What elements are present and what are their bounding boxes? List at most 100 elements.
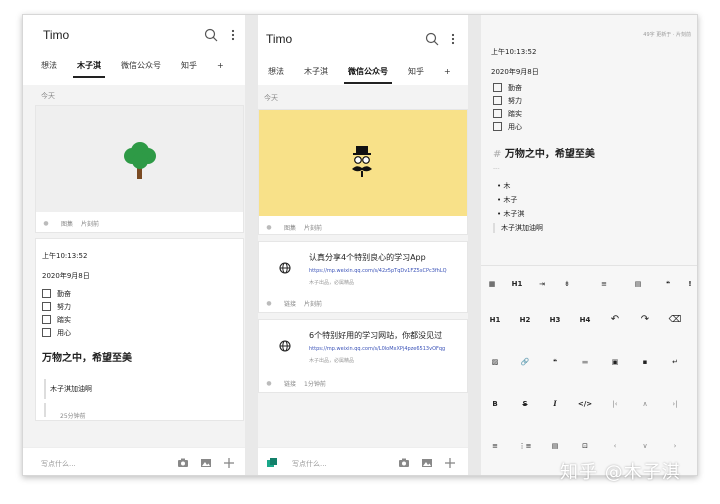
more-icon[interactable] <box>230 29 236 41</box>
inline-code-button[interactable]: </> <box>574 396 596 412</box>
search-icon[interactable] <box>425 32 439 46</box>
h1-button[interactable]: H1 <box>484 312 506 328</box>
strikethrough-button[interactable]: S <box>514 396 536 412</box>
checkbox[interactable] <box>42 289 51 298</box>
note-card[interactable]: 上午10:13:52 2020年9月8日 勤奋 努力 踏实 用心 万物之中，希望… <box>35 238 244 421</box>
checklist-item[interactable]: 勤奋 <box>42 287 71 300</box>
checklist-item[interactable]: 踏实 <box>493 107 522 120</box>
dot-icon: ● <box>266 299 272 307</box>
tab-muziqi[interactable]: 木子淇 <box>294 65 338 87</box>
image-icon[interactable] <box>421 457 433 469</box>
layers-icon[interactable] <box>266 457 278 469</box>
camera-icon[interactable] <box>177 457 189 469</box>
cursor-start-icon[interactable]: |‹ <box>604 396 626 412</box>
heading-button[interactable]: H1 <box>506 276 528 292</box>
tab-wechat[interactable]: 微信公众号 <box>338 65 398 87</box>
note-quote: 木子淇加油啊 <box>493 223 543 233</box>
cursor-end-icon[interactable]: ›| <box>664 396 686 412</box>
meta-type: 图集 <box>61 220 74 228</box>
divider-icon[interactable]: ▬ <box>574 354 596 370</box>
embed-icon[interactable]: ⊡ <box>574 438 596 454</box>
checkbox[interactable] <box>42 315 51 324</box>
checklist-item[interactable]: 勤奋 <box>493 81 522 94</box>
checkbox[interactable] <box>42 328 51 337</box>
checkbox[interactable] <box>493 122 502 131</box>
bullet-list-icon[interactable]: ≡ <box>484 438 506 454</box>
tab-thoughts[interactable]: 想法 <box>258 65 294 87</box>
h3-button[interactable]: H3 <box>544 312 566 328</box>
tab-zhihu[interactable]: 知乎 <box>171 59 207 81</box>
backspace-icon[interactable]: ⌫ <box>664 312 686 328</box>
image-card[interactable]: ● 图集 片刻前 <box>258 109 468 235</box>
link-icon[interactable]: 🔗 <box>514 354 536 370</box>
link-url[interactable]: https://mp.weixin.qq.com/s/L0loMxXPj4pze… <box>309 346 445 352</box>
tab-wechat[interactable]: 微信公众号 <box>111 59 171 81</box>
tree-icon <box>124 142 156 179</box>
sort-icon[interactable]: ⇟ <box>556 276 578 292</box>
watermark: 知乎 @木子淇 <box>560 462 681 483</box>
cursor-down-icon[interactable]: ∨ <box>634 438 656 454</box>
tab-add[interactable]: + <box>434 65 461 87</box>
image-icon[interactable] <box>200 457 212 469</box>
checklist-item[interactable]: 踏实 <box>42 313 71 326</box>
dot-icon: ● <box>266 223 272 231</box>
indent-icon[interactable]: ⇥ <box>531 276 553 292</box>
note-input[interactable]: 写点什么... <box>292 459 327 469</box>
cursor-right-icon[interactable]: › <box>664 438 686 454</box>
meta-type: 链接 <box>284 380 297 388</box>
list-icon[interactable]: ≡ <box>593 276 615 292</box>
app-bar: Timo 想法 木子淇 微信公众号 知乎 + <box>23 15 245 85</box>
numbered-list-icon[interactable]: ⋮≡ <box>514 438 536 454</box>
link-card[interactable]: 6个特别好用的学习网站，你都没见过 https://mp.weixin.qq.c… <box>258 319 468 393</box>
list-item: • 木子淇 <box>497 210 525 218</box>
checklist-item[interactable]: 努力 <box>42 300 71 313</box>
image-icon[interactable]: ▨ <box>484 354 506 370</box>
h4-button[interactable]: H4 <box>574 312 596 328</box>
card-meta: ● 图集 片刻前 <box>259 216 467 238</box>
more-icon[interactable] <box>450 33 456 45</box>
cursor-left-icon[interactable]: ‹ <box>604 438 626 454</box>
checkbox[interactable] <box>42 302 51 311</box>
checklist-item[interactable]: 用心 <box>42 326 71 339</box>
tab-muziqi[interactable]: 木子淇 <box>67 59 111 81</box>
checkbox[interactable] <box>493 83 502 92</box>
plus-icon[interactable] <box>444 457 456 469</box>
sidebar-icon[interactable]: ▣ <box>604 354 626 370</box>
table-icon[interactable]: ▤ <box>627 276 649 292</box>
dot-icon: ● <box>266 379 272 387</box>
blockquote-icon[interactable]: ❝ <box>544 354 566 370</box>
redo-icon[interactable]: ↷ <box>634 312 656 328</box>
image-card[interactable]: ● 图集 片刻前 <box>35 105 244 233</box>
meta-time: 片刻前 <box>81 220 100 228</box>
undo-icon[interactable]: ↶ <box>604 312 626 328</box>
checkbox[interactable] <box>493 109 502 118</box>
checklist-item[interactable]: 用心 <box>493 120 522 133</box>
panel-wechat: Timo 想法 木子淇 微信公众号 知乎 + 今天 ● 图集 片刻前 认真分享4… <box>258 15 468 475</box>
tab-thoughts[interactable]: 想法 <box>31 59 67 81</box>
input-bar: 写点什么... <box>258 447 468 475</box>
globe-icon <box>279 340 291 352</box>
enter-icon[interactable]: ↵ <box>664 354 686 370</box>
link-url[interactable]: https://mp.weixin.qq.com/s/42z5pTqDv1FZ5… <box>309 268 447 274</box>
tab-zhihu[interactable]: 知乎 <box>398 65 434 87</box>
checklist-item[interactable]: 努力 <box>493 94 522 107</box>
cursor-up-icon[interactable]: ∧ <box>634 396 656 412</box>
h2-button[interactable]: H2 <box>514 312 536 328</box>
quote-icon[interactable]: ❝ <box>657 276 679 292</box>
link-card[interactable]: 认真分享4个特别良心的学习App https://mp.weixin.qq.co… <box>258 241 468 313</box>
code-block-icon[interactable]: ▪ <box>634 354 656 370</box>
plus-icon[interactable] <box>223 457 235 469</box>
note-input[interactable]: 写点什么... <box>41 459 76 469</box>
note-date: 2020年9月8日 <box>42 272 90 280</box>
exclamation-icon[interactable]: ! <box>679 276 697 292</box>
search-icon[interactable] <box>204 28 218 42</box>
panel-editor: 49字 更新于 · 片刻前 上午10:13:52 2020年9月8日 勤奋 努力… <box>481 15 697 475</box>
tab-add[interactable]: + <box>207 59 234 81</box>
checkbox[interactable] <box>493 96 502 105</box>
bullet-list: • 木 • 木子 • 木子淇 <box>497 179 524 221</box>
bold-button[interactable]: B <box>484 396 506 412</box>
grid-icon[interactable]: ▦ <box>481 276 503 292</box>
italic-button[interactable]: I <box>544 396 566 412</box>
task-list-icon[interactable]: ▤ <box>544 438 566 454</box>
camera-icon[interactable] <box>398 457 410 469</box>
